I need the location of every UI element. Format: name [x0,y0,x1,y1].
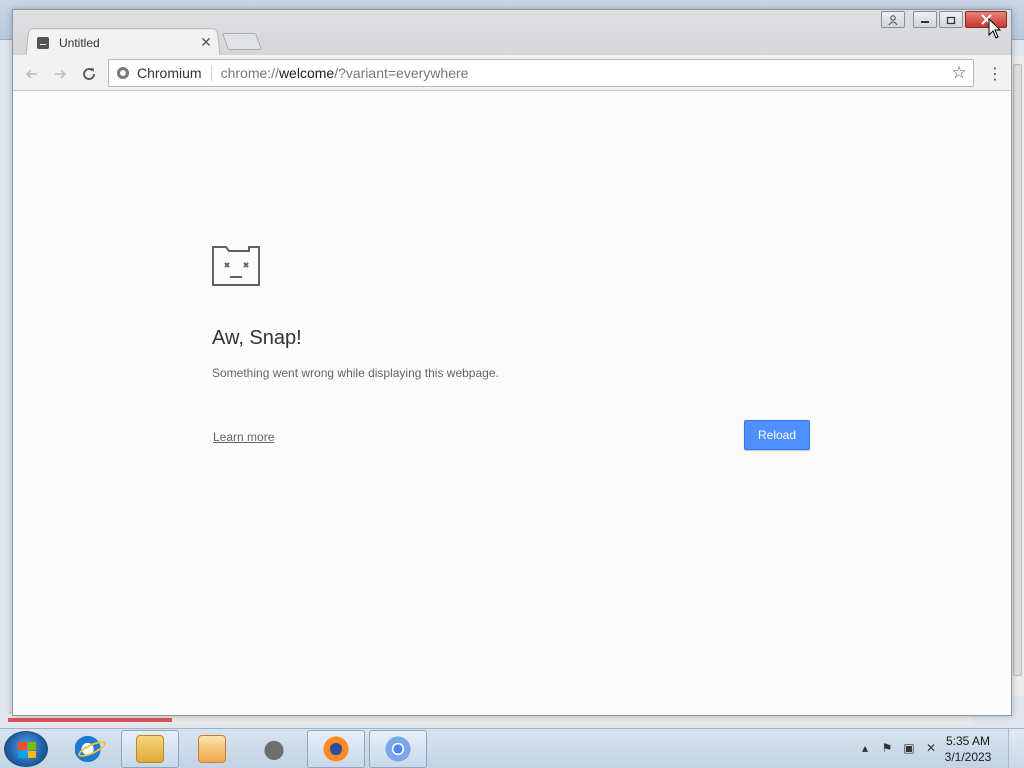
tab-close-icon[interactable]: ✕ [199,36,213,50]
url-host: welcome [278,65,335,81]
omnibox[interactable]: Chromium chrome://welcome/?variant=every… [108,59,974,87]
reload-button[interactable]: Reload [744,420,810,450]
system-tray: ▴ ⚑ ▣ ✕ [858,741,938,755]
taskbar-media-player[interactable] [183,730,241,768]
error-headline: Aw, Snap! [212,327,302,349]
progress-indicator [8,718,172,722]
browser-toolbar: Chromium chrome://welcome/?variant=every… [13,55,1011,91]
minimize-icon [921,20,929,23]
volume-muted-icon[interactable]: ✕ [924,741,938,755]
taskbar: ▴ ⚑ ▣ ✕ 5:35 AM 3/1/2023 [0,728,1024,768]
background-vertical-scrollbar[interactable] [1010,56,1024,696]
tab-title: Untitled [59,35,100,50]
reload-icon [83,68,95,80]
sad-tab-icon [212,246,260,286]
site-chip-label: Chromium [137,65,212,81]
folder-icon [136,735,164,763]
maximize-button[interactable] [939,11,963,28]
error-page: Aw, Snap! Something went wrong while dis… [13,92,1011,715]
action-center-flag-icon[interactable]: ⚑ [880,741,894,755]
back-button[interactable] [21,63,43,85]
back-arrow-icon [25,69,37,79]
show-hidden-icons-icon[interactable]: ▴ [858,741,872,755]
scrollbar-thumb[interactable] [1013,64,1022,676]
reload-toolbar-button[interactable] [78,63,100,85]
media-player-icon [198,735,226,763]
kebab-menu-icon[interactable]: ⋮ [987,63,1003,85]
forward-arrow-icon [55,69,67,79]
system-clock[interactable]: 5:35 AM 3/1/2023 [938,733,998,765]
firefox-icon [322,735,350,763]
new-tab-button[interactable] [221,33,263,50]
taskbar-firefox[interactable] [307,730,365,768]
forward-button[interactable] [49,63,71,85]
learn-more-link[interactable]: Learn more [213,430,274,444]
url-scheme: chrome:// [220,65,279,81]
start-button[interactable] [4,731,48,767]
error-message: Something went wrong while displaying th… [212,366,499,380]
taskbar-chromium[interactable] [369,730,427,768]
network-icon[interactable]: ▣ [902,741,916,755]
title-bar: Untitled ✕ [13,10,1011,56]
internet-explorer-icon [75,735,103,763]
tab-untitled[interactable]: Untitled ✕ [25,30,215,55]
person-icon [888,14,898,25]
minimize-button[interactable] [913,11,937,28]
clock-time: 5:35 AM [945,734,991,748]
url-text[interactable]: chrome://welcome/?variant=everywhere [212,65,949,81]
mouse-cursor-icon [988,18,1002,39]
raccoon-icon [260,735,288,763]
bookmark-star-icon[interactable]: ☆ [949,63,969,83]
taskbar-internet-explorer[interactable] [60,730,118,768]
sad-tab-favicon-icon [37,36,49,49]
taskbar-raccoon-app[interactable] [245,730,303,768]
clock-date: 3/1/2023 [944,750,992,764]
profile-button[interactable] [881,11,905,28]
chromium-security-icon[interactable] [117,67,129,79]
taskbar-file-explorer[interactable] [121,730,179,768]
chromium-window: Untitled ✕ Chromium chrome://welcome/?va… [12,9,1012,716]
chromium-icon [384,735,412,763]
restore-icon [946,16,956,24]
show-desktop-button[interactable] [1008,729,1024,768]
windows-logo-icon [18,742,36,758]
url-path: /?variant=everywhere [334,65,469,81]
